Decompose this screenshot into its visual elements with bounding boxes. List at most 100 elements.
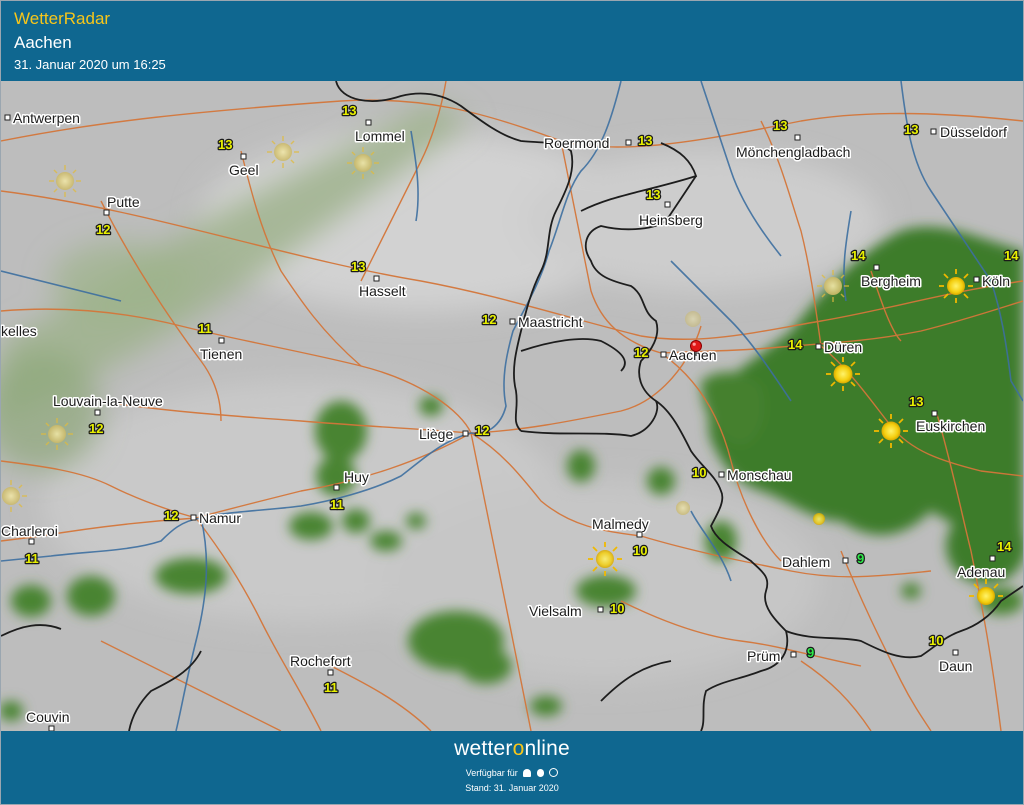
temperature: 14 (851, 248, 866, 263)
temperature: 13 (773, 118, 787, 133)
data-stand: Stand: 31. Januar 2020 (465, 783, 559, 793)
city-dot (240, 153, 247, 160)
logo-text-o: o (512, 737, 525, 760)
temperature: 13 (342, 103, 356, 118)
radar-map[interactable]: Antwerpen 13 Lommel 13 Geel Putte 12 Roe… (1, 81, 1023, 731)
windows-icon[interactable] (549, 768, 559, 777)
temperature: 10 (929, 633, 943, 648)
place-name[interactable]: Prüm (746, 647, 782, 666)
place-name[interactable]: Mönchengladbach (735, 143, 852, 162)
place-name[interactable]: Düsseldorf (939, 123, 1009, 142)
city-dot (664, 201, 671, 208)
temperature: 10 (692, 465, 706, 480)
temperature: 13 (351, 259, 365, 274)
temperature: 13 (218, 137, 232, 152)
temperature: 14 (1004, 248, 1019, 263)
temperature: 12 (89, 421, 103, 436)
place-name[interactable]: Couvin (25, 708, 72, 727)
place-name[interactable]: Daun (938, 657, 974, 676)
logo-text-nline: nline (524, 737, 570, 760)
header-bar: WetterRadar Aachen 31. Januar 2020 um 16… (1, 1, 1023, 81)
temperature: 11 (25, 551, 39, 566)
city-dot (931, 410, 938, 417)
temperature: 9 (857, 551, 864, 566)
city-dot (930, 128, 937, 135)
timestamp: 31. Januar 2020 um 16:25 (14, 57, 166, 72)
sun-icon (813, 513, 825, 525)
city-dot (509, 318, 516, 325)
city-dot (365, 119, 372, 126)
place-name[interactable]: kelles (1, 322, 38, 341)
city-dot (660, 351, 667, 358)
place-name[interactable]: Antwerpen (12, 109, 82, 128)
place-name[interactable]: Roermond (543, 134, 611, 153)
temperature: 13 (909, 394, 923, 409)
sun-icon (685, 311, 701, 327)
city-dot (973, 276, 980, 283)
city-dot (989, 555, 996, 562)
city-dot (94, 409, 101, 416)
city-dot (952, 649, 959, 656)
place-name[interactable]: Putte (106, 193, 142, 212)
place-name[interactable]: Adenau (956, 563, 1007, 582)
location-name: Aachen (14, 33, 72, 52)
place-name[interactable]: Tienen (199, 345, 244, 364)
place-name[interactable]: Euskirchen (915, 417, 987, 436)
city-dot (218, 337, 225, 344)
city-dot (794, 134, 801, 141)
footer-bar: wetteronline Verfügbar für Stand: 31. Ja… (1, 731, 1023, 804)
place-name[interactable]: Dahlem (781, 553, 832, 572)
temperature: 14 (788, 337, 803, 352)
city-dot (28, 538, 35, 545)
city-dot (873, 264, 880, 271)
place-name[interactable]: Huy (343, 468, 371, 487)
city-dot (4, 114, 11, 121)
city-dot (462, 430, 469, 437)
place-name[interactable]: Düren (823, 338, 864, 357)
place-name[interactable]: Geel (228, 161, 261, 180)
place-name[interactable]: Rochefort (289, 652, 353, 671)
place-name[interactable]: Heinsberg (638, 211, 705, 230)
place-name[interactable]: Bergheim (860, 272, 923, 291)
availability-line: Verfügbar für (1, 768, 1023, 778)
city-dot (636, 531, 643, 538)
place-name[interactable]: Malmedy (591, 515, 651, 534)
temperature: 12 (475, 423, 489, 438)
temperature: 13 (646, 187, 660, 202)
temperature: 10 (610, 601, 624, 616)
place-name[interactable]: Maastricht (517, 313, 585, 332)
place-name[interactable]: Vielsalm (528, 602, 584, 621)
place-name[interactable]: Namur (198, 509, 243, 528)
place-name[interactable]: Charleroi (1, 522, 59, 541)
temperature: 12 (634, 345, 648, 360)
temperature: 11 (324, 680, 338, 695)
place-name[interactable]: Liège (418, 425, 455, 444)
place-name[interactable]: Lommel (354, 127, 407, 146)
place-name[interactable]: Köln (981, 272, 1012, 291)
available-label: Verfügbar für (465, 768, 518, 778)
sun-icon (676, 501, 690, 515)
city-dot (190, 514, 197, 521)
map-canvas[interactable]: Antwerpen 13 Lommel 13 Geel Putte 12 Roe… (1, 81, 1023, 731)
android-icon[interactable] (523, 769, 532, 777)
city-dot (718, 471, 725, 478)
temperature: 12 (164, 508, 178, 523)
temperature: 14 (997, 539, 1012, 554)
city-dot (842, 557, 849, 564)
temperature: 11 (198, 321, 212, 336)
temperature: 12 (96, 222, 110, 237)
apple-icon[interactable] (536, 769, 544, 777)
radar-window: WetterRadar Aachen 31. Januar 2020 um 16… (0, 0, 1024, 805)
temperature: 11 (330, 497, 344, 512)
place-name[interactable]: Hasselt (358, 282, 408, 301)
city-dot (333, 484, 340, 491)
city-dot (373, 275, 380, 282)
place-name[interactable]: Louvain-la-Neuve (52, 392, 165, 411)
city-dot (790, 651, 797, 658)
wetteronline-logo[interactable]: wetteronline (1, 737, 1023, 761)
app-title: WetterRadar (14, 9, 111, 28)
logo-text-wetter: wetter (454, 737, 513, 760)
city-dot (815, 343, 822, 350)
place-name[interactable]: Monschau (726, 466, 794, 485)
city-dot (103, 209, 110, 216)
